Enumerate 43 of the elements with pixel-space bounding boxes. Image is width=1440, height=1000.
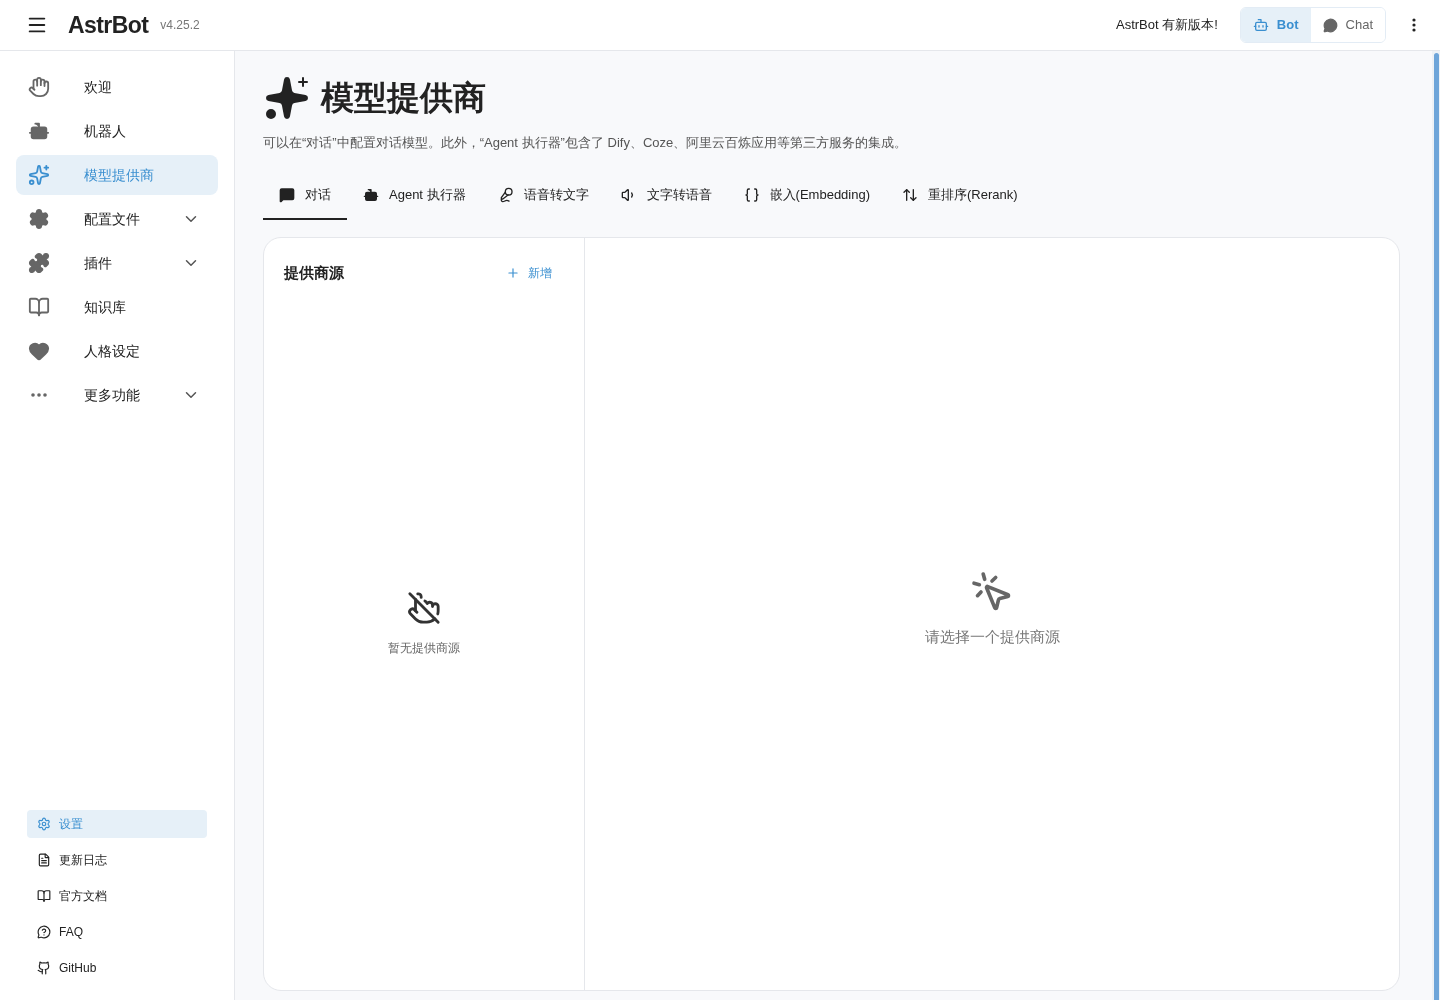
sidebar-item[interactable]: 知识库 (16, 287, 218, 327)
tab[interactable]: Agent 执行器 (347, 172, 482, 220)
more-options-icon (1412, 18, 1416, 32)
tab[interactable]: 语音转文字 (481, 172, 605, 220)
message-icon (279, 187, 295, 203)
arrows-icon (902, 187, 919, 203)
sidebar-item[interactable]: 人格设定 (16, 331, 218, 371)
dots-icon (31, 393, 47, 397)
page-description: 可以在“对话”中配置对话模型。此外，“Agent 执行器”包含了 Dify、Coze、阿里云百炼应用等第三方服务的集成。 (263, 133, 909, 152)
sidebar-item[interactable]: 更多功能 (16, 375, 218, 415)
footer-link[interactable]: 更新日志 (27, 846, 207, 874)
empty-text: 请选择一个提供商源 (924, 626, 1060, 647)
tab[interactable]: 对话 (263, 172, 347, 220)
panel-title: 提供商源 (284, 262, 344, 283)
page-title: 模型提供商 (321, 78, 486, 118)
hand-icon (28, 76, 50, 98)
document-icon (37, 853, 51, 867)
question-icon (37, 925, 51, 939)
braces-icon (743, 187, 760, 203)
update-notice[interactable]: AstrBot 有新版本! (1116, 15, 1218, 35)
sidebar-item[interactable]: 插件 (16, 243, 218, 283)
more-options-button[interactable] (1412, 18, 1416, 32)
sidebar-item[interactable]: 配置文件 (16, 199, 218, 239)
sidebar-item[interactable]: 机器人 (16, 111, 218, 151)
footer-link[interactable]: FAQ (27, 918, 207, 946)
sidebar-item[interactable]: 欢迎 (16, 67, 218, 107)
chat-bubble-icon (1322, 17, 1338, 33)
github-icon (37, 961, 51, 975)
add-button[interactable]: 新增 (494, 260, 564, 286)
tab[interactable]: 文字转语音 (604, 172, 728, 220)
settings-icon (37, 817, 51, 831)
plus-icon (506, 266, 520, 280)
footer-link[interactable]: GitHub (27, 954, 207, 982)
footer-link[interactable]: 官方文档 (27, 882, 207, 910)
empty-text: 暂无提供商源 (388, 640, 460, 657)
tab[interactable]: 重排序(Rerank) (886, 172, 1034, 220)
heart-icon (28, 340, 50, 362)
app-logo: AstrBot (68, 10, 149, 40)
tab[interactable]: 嵌入(Embedding) (727, 172, 887, 220)
version-label: v4.25.2 (160, 17, 200, 34)
book-icon (37, 889, 51, 903)
sparkles-icon (28, 164, 50, 186)
book-icon (28, 296, 50, 318)
